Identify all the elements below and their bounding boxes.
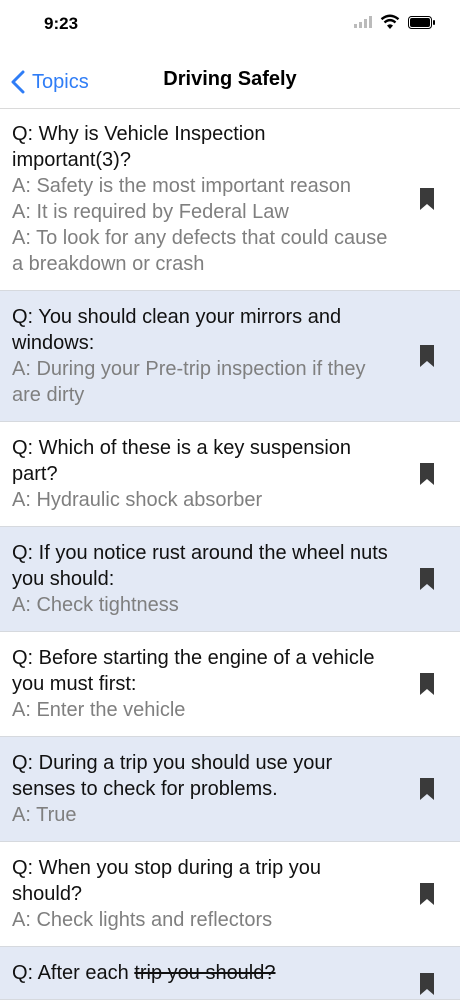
battery-icon xyxy=(408,16,435,29)
bookmark-icon[interactable] xyxy=(420,345,434,367)
answer-text: A: Safety is the most important reason xyxy=(12,175,352,197)
answer-text: A: To look for any defects that could ca… xyxy=(12,227,388,275)
question-text: Q: After each trip you should? xyxy=(12,960,388,986)
status-time: 9:23 xyxy=(44,14,79,33)
answer-text: A: It is required by Federal Law xyxy=(12,201,289,223)
answer-text: A: Check lights and reflectors xyxy=(12,909,273,931)
list-item[interactable]: Q: After each trip you should? xyxy=(0,947,460,1000)
bookmark-icon[interactable] xyxy=(420,778,434,800)
bookmark-icon[interactable] xyxy=(420,188,434,210)
answer-text: A: Check tightness xyxy=(12,594,179,616)
bookmark-icon[interactable] xyxy=(420,883,434,905)
list-item[interactable]: Q: If you notice rust around the wheel n… xyxy=(0,527,460,632)
page-title: Driving Safely xyxy=(163,68,297,90)
answer-text: A: Hydraulic shock absorber xyxy=(12,489,263,511)
question-text: Q: You should clean your mirrors and win… xyxy=(12,306,342,354)
list-item[interactable]: Q: Which of these is a key suspension pa… xyxy=(0,422,460,527)
answer-text: A: During your Pre-trip inspection if th… xyxy=(12,358,366,406)
list-item[interactable]: Q: Why is Vehicle Inspection important(3… xyxy=(0,108,460,291)
cellular-signal-icon xyxy=(354,16,372,28)
question-text-struck: trip you should? xyxy=(134,962,276,984)
list-item[interactable]: Q: During a trip you should use your sen… xyxy=(0,737,460,842)
question-text: Q: If you notice rust around the wheel n… xyxy=(12,542,388,590)
question-text-prefix: Q: After each xyxy=(12,962,135,984)
list-item[interactable]: Q: When you stop during a trip you shoul… xyxy=(0,842,460,947)
bookmark-icon[interactable] xyxy=(420,673,434,695)
status-bar: 9:23 xyxy=(0,0,460,48)
question-list: Q: Why is Vehicle Inspection important(3… xyxy=(0,108,460,1000)
navigation-bar: Topics Driving Safely xyxy=(0,54,460,109)
list-item[interactable]: Q: Before starting the engine of a vehic… xyxy=(0,632,460,737)
question-text: Q: Before starting the engine of a vehic… xyxy=(12,647,375,695)
question-text: Q: Which of these is a key suspension pa… xyxy=(12,437,352,485)
answer-text: A: True xyxy=(12,804,77,826)
list-item[interactable]: Q: You should clean your mirrors and win… xyxy=(0,291,460,422)
bookmark-icon[interactable] xyxy=(420,973,434,995)
bookmark-icon[interactable] xyxy=(420,463,434,485)
question-text: Q: During a trip you should use your sen… xyxy=(12,752,333,800)
question-text: Q: Why is Vehicle Inspection important(3… xyxy=(12,123,266,171)
wifi-icon xyxy=(380,14,400,29)
question-text: Q: When you stop during a trip you shoul… xyxy=(12,857,322,905)
bookmark-icon[interactable] xyxy=(420,568,434,590)
answer-text: A: Enter the vehicle xyxy=(12,699,186,721)
